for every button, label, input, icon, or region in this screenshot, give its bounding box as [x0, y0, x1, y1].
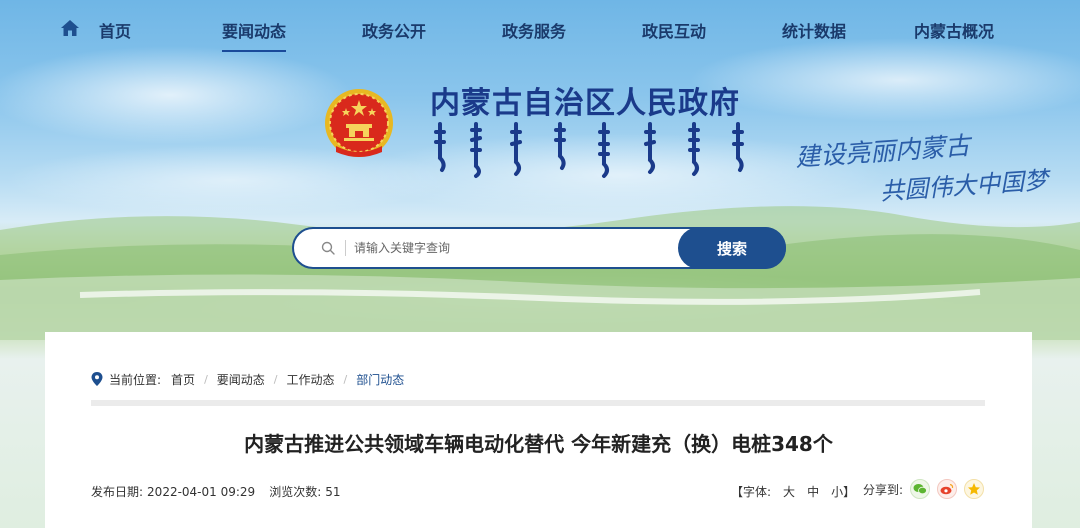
breadcrumb-item-work-news[interactable]: 工作动态	[287, 371, 335, 388]
views-label: 浏览次数:	[269, 485, 322, 499]
search-icon	[321, 241, 335, 255]
font-size-control: 【字体: 大中小】	[731, 483, 855, 500]
section-divider	[91, 400, 985, 406]
breadcrumb-item-news[interactable]: 要闻动态	[217, 371, 265, 388]
national-emblem	[325, 89, 393, 157]
home-icon[interactable]	[60, 19, 80, 37]
nav-item-services[interactable]: 政务服务	[502, 18, 566, 41]
breadcrumb-item-home[interactable]: 首页	[171, 371, 195, 388]
font-size-medium-button[interactable]: 中	[807, 485, 819, 499]
site-title: 内蒙古自治区人民政府	[430, 86, 740, 121]
content-card: 当前位置: 首页 / 要闻动态 / 工作动态 / 部门动态 内蒙古推进公共领域车…	[45, 332, 1032, 528]
article-title: 内蒙古推进公共领域车辆电动化替代 今年新建充（换）电桩348个	[244, 432, 833, 456]
nav-item-home[interactable]: 首页	[99, 18, 131, 41]
search-separator	[345, 240, 346, 256]
nav-item-government-affairs[interactable]: 政务公开	[362, 18, 426, 41]
search-input[interactable]	[354, 235, 674, 261]
breadcrumb-separator: /	[343, 372, 348, 386]
breadcrumb: 当前位置: 首页 / 要闻动态 / 工作动态 / 部门动态	[91, 370, 404, 388]
publish-date-label: 发布日期:	[91, 485, 144, 499]
share-bar: 分享到:	[863, 479, 991, 499]
font-size-close: 】	[843, 485, 856, 499]
view-count: 51	[325, 485, 341, 499]
top-nav: 首页 要闻动态 政务公开 政务服务 政民互动 统计数据 内蒙古概况	[0, 0, 1080, 58]
font-size-label: 【字体:	[731, 485, 772, 499]
article-meta: 发布日期: 2022-04-01 09:29 浏览次数: 51	[91, 483, 349, 500]
breadcrumb-label: 当前位置:	[109, 372, 162, 387]
weibo-icon[interactable]	[937, 479, 958, 499]
qzone-icon[interactable]	[964, 479, 985, 499]
breadcrumb-separator: /	[204, 372, 208, 386]
mongolian-script-title	[434, 122, 744, 178]
font-size-small-button[interactable]: 小	[831, 485, 843, 499]
publish-date: 2022-04-01 09:29	[147, 485, 256, 499]
nav-item-statistics[interactable]: 统计数据	[782, 18, 846, 41]
grassland-hills	[0, 206, 1080, 340]
breadcrumb-separator: /	[273, 372, 278, 386]
font-size-large-button[interactable]: 大	[783, 485, 795, 499]
search-box: 搜索	[292, 227, 786, 269]
location-pin-icon	[91, 372, 103, 386]
nav-item-news[interactable]: 要闻动态	[222, 18, 287, 52]
search-button[interactable]: 搜索	[678, 227, 786, 269]
breadcrumb-item-department-news[interactable]: 部门动态	[356, 371, 404, 388]
wechat-icon[interactable]	[910, 479, 931, 499]
share-label: 分享到:	[863, 482, 904, 497]
nav-item-overview[interactable]: 内蒙古概况	[914, 18, 994, 41]
nav-item-interaction[interactable]: 政民互动	[642, 18, 706, 41]
